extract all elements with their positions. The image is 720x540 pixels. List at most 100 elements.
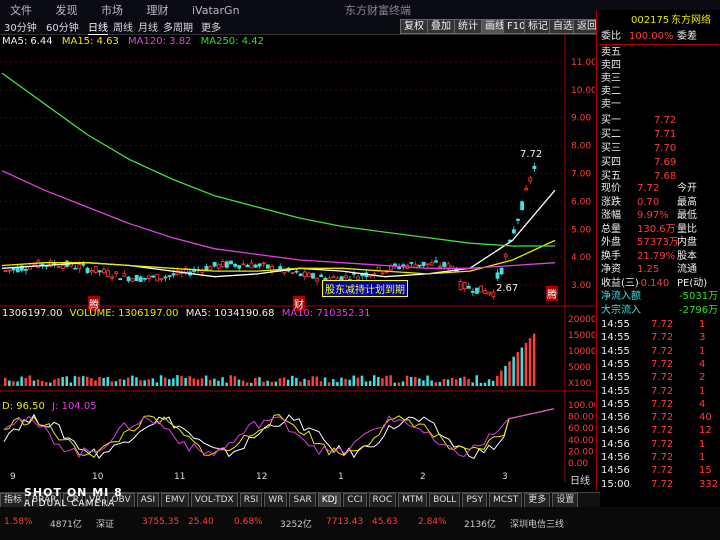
volume-bar xyxy=(225,382,228,386)
indicator-tab[interactable]: 指标 xyxy=(0,493,27,508)
candle-body xyxy=(134,274,139,282)
volume-bar xyxy=(61,377,64,386)
candle-body xyxy=(499,267,504,275)
volume-bar xyxy=(422,380,425,386)
volume-bar xyxy=(368,381,372,386)
nav-ivatar[interactable]: iVatarGn xyxy=(182,2,250,19)
volume-header: 1306197.00 VOLUME: 1306197.00 MA5: 10341… xyxy=(2,308,371,319)
indicator-tab[interactable]: KDJ xyxy=(317,493,342,508)
buy-level-row: 买一 7.72 xyxy=(601,115,677,126)
indicator-tab[interactable]: PSY xyxy=(462,493,487,508)
candle-body xyxy=(294,270,299,273)
indicator-tab[interactable]: WR xyxy=(264,493,288,508)
chart-area[interactable]: MA5: 6.44 MA15: 4.63 MA120: 3.82 MA250: … xyxy=(0,34,595,487)
indicator-tab[interactable]: RSI xyxy=(239,493,263,508)
volume-bar xyxy=(24,378,27,386)
period-30min[interactable]: 30分钟 xyxy=(4,19,37,34)
candle-body xyxy=(11,268,16,271)
mark-button[interactable]: 标记 xyxy=(524,19,552,34)
volume-bar xyxy=(295,377,298,386)
candle-body xyxy=(56,266,61,269)
volume-bar xyxy=(496,375,499,386)
period-multi[interactable]: 多周期 xyxy=(163,19,193,34)
volume-bar xyxy=(151,378,155,386)
candle-body xyxy=(102,268,106,274)
candle-body xyxy=(171,273,176,276)
indicator-tab[interactable]: EMV xyxy=(161,493,189,508)
time-tick-label: 2 xyxy=(420,472,426,482)
status-bar: 1.58% 4871亿 深证 3755.35 25.40 0.68% 3252亿 7713.4… xyxy=(0,507,720,540)
stats-button[interactable]: 统计 xyxy=(454,19,482,34)
indicator-tab[interactable]: VOL-TDX xyxy=(190,493,238,508)
indicator-tab[interactable]: 设置 xyxy=(552,493,579,508)
indicator-tab[interactable]: MCST xyxy=(488,493,523,508)
tick-row: 14:55 7.72 1 xyxy=(601,345,706,357)
nav-finance[interactable]: 理财 xyxy=(137,0,179,20)
nav-file[interactable]: 文件 xyxy=(0,0,42,20)
quote-stat-row: 总量 130.6万 量比 xyxy=(601,223,697,235)
candle-body xyxy=(479,285,484,293)
candle-body xyxy=(93,266,98,273)
candle-body xyxy=(167,275,172,278)
status-item: 深圳电信三线 xyxy=(510,520,565,530)
volume-bar xyxy=(45,382,48,386)
volume-bar xyxy=(520,347,524,386)
volume-bars xyxy=(4,333,536,386)
candle-body xyxy=(524,188,529,191)
candle-body xyxy=(208,266,213,270)
volume-bar xyxy=(471,382,474,386)
kdj-lines xyxy=(3,408,555,460)
overlay-button[interactable]: 叠加 xyxy=(427,19,455,34)
kdj-d-value: D: 96.50 xyxy=(2,401,45,412)
period-week[interactable]: 周线 xyxy=(113,19,133,34)
window-title: 东方财富终端 xyxy=(345,4,411,17)
volume-bar xyxy=(159,375,163,386)
indicator-tab[interactable]: ASI xyxy=(136,493,160,508)
volume-bar xyxy=(504,365,507,386)
event-marker[interactable]: 腾 xyxy=(546,286,558,301)
candle-body xyxy=(315,278,320,282)
volume-bar xyxy=(487,379,491,386)
tick-row: 14:56 7.72 40 xyxy=(601,412,712,424)
indicator-tab[interactable]: ROC xyxy=(368,493,397,508)
candle-body xyxy=(241,263,246,266)
volume-bar xyxy=(204,375,208,386)
volume-bar xyxy=(389,375,392,386)
candle-body xyxy=(142,277,147,280)
indicator-tab[interactable]: 更多 xyxy=(524,493,551,508)
volume-bar xyxy=(65,376,68,386)
tick-row: 14:55 7.72 4 xyxy=(601,358,706,370)
candle-body xyxy=(512,229,516,234)
candle-body xyxy=(302,271,307,277)
event-annotation[interactable]: 股东减持计划到期 xyxy=(322,280,408,297)
indicator-tab[interactable]: BOLL xyxy=(429,493,461,508)
period-day[interactable]: 日线 xyxy=(88,19,108,35)
candle-body xyxy=(421,261,426,267)
volume-bar xyxy=(184,377,187,386)
period-60min[interactable]: 60分钟 xyxy=(46,19,79,34)
candle-body xyxy=(438,265,443,268)
time-axis-period: 日线 xyxy=(570,476,590,487)
volume-bar xyxy=(500,370,503,386)
kline-chart[interactable]: 11.0010.009.008.007.006.005.004.003.00 2… xyxy=(0,34,595,482)
candle-body xyxy=(155,273,160,282)
quote-stat-row: 收益(三) -0.140 PE(动) xyxy=(601,277,708,289)
volume-bar xyxy=(168,379,171,386)
sell-level-row: 卖三 xyxy=(601,73,621,84)
period-month[interactable]: 月线 xyxy=(138,19,158,34)
nav-discover[interactable]: 发现 xyxy=(46,0,88,20)
restore-rights-button[interactable]: 复权 xyxy=(400,19,428,34)
candle-body xyxy=(110,276,114,279)
volume-bar xyxy=(270,381,273,386)
candle-body xyxy=(212,261,217,267)
quote-stat-row: 换手 21.79% 股本 xyxy=(601,250,697,262)
nav-market[interactable]: 市场 xyxy=(91,0,133,20)
indicator-tab[interactable]: MTM xyxy=(398,493,428,508)
kdj-tick-label: 20.00 xyxy=(568,447,594,457)
volume-bar xyxy=(12,381,15,386)
time-tick-label: 12 xyxy=(256,472,267,482)
indicator-tab[interactable]: SAR xyxy=(289,493,316,508)
low-price-label: 2.67 xyxy=(496,283,519,294)
indicator-tab[interactable]: CCI xyxy=(343,493,367,508)
period-more[interactable]: 更多 xyxy=(201,19,221,34)
